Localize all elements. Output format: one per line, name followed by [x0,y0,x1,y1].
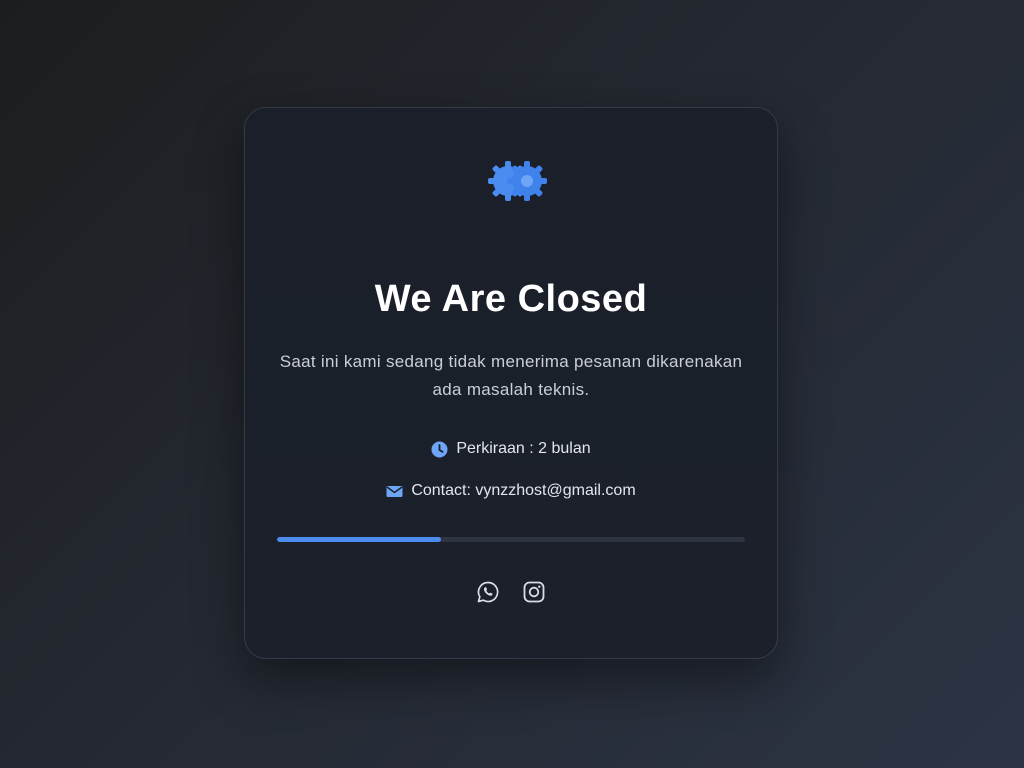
closed-description: Saat ini kami sedang tidak menerima pesa… [279,352,743,399]
contact-text: Contact: vynzzhost@gmail.com [411,482,636,499]
gears-icon [487,156,553,206]
contact-row: Contact: vynzzhost@gmail.com [245,479,777,503]
social-links [245,580,777,604]
estimate-text: Perkiraan : 2 bulan [456,440,591,457]
progress-bar [277,537,745,542]
instagram-icon[interactable] [522,580,546,604]
progress-fill [277,537,441,542]
maintenance-card: We Are Closed Saat ini kami sedang tidak… [244,107,778,659]
clock-icon [431,441,448,458]
envelope-icon [386,483,403,500]
whatsapp-icon[interactable] [476,580,500,604]
estimate-row: Perkiraan : 2 bulan [245,437,777,461]
page-title: We Are Closed [374,278,648,320]
